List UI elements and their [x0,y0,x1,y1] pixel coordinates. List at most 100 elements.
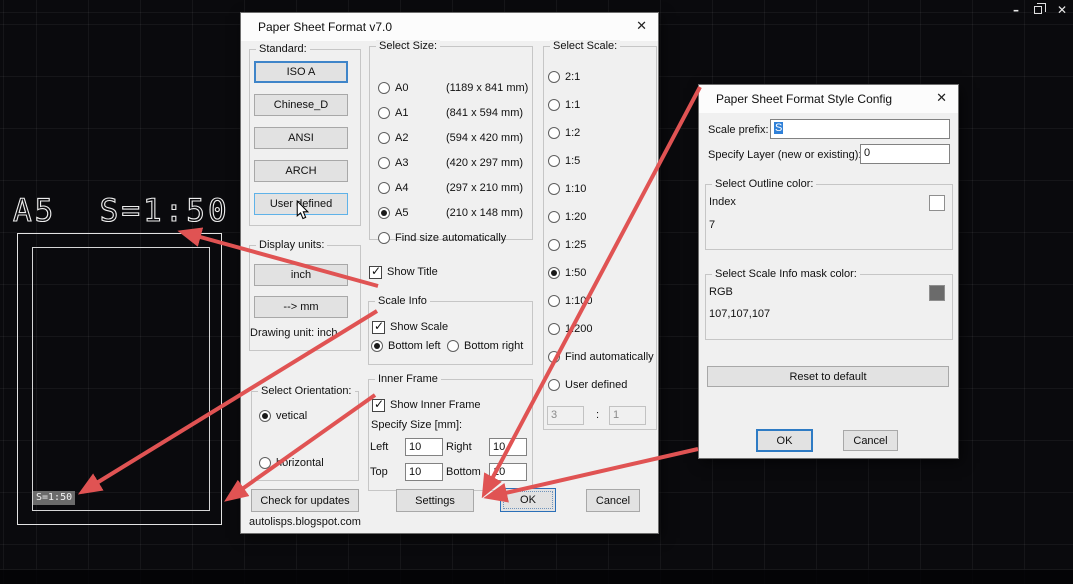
size-option-a4[interactable]: A4 (297 x 210 mm) [378,181,523,195]
outline-color-mode: Index [709,196,736,208]
size-option-a2[interactable]: A2 (594 x 420 mm) [378,131,523,145]
cancel-button[interactable]: Cancel [843,430,898,451]
scale-info-mask-label: S=1:50 [33,491,76,505]
show-scale-checkbox[interactable]: Show Scale [372,319,449,334]
custom-scale-right-input[interactable]: 1 [609,406,646,425]
scale-option-1-50[interactable]: 1:50 [548,266,586,280]
scale-option-1-2[interactable]: 1:2 [548,126,580,140]
size-option-dims: (1189 x 841 mm) [446,82,529,94]
radio-icon [378,107,390,119]
close-icon[interactable]: ✕ [636,19,647,34]
radio-icon [548,183,560,195]
radio-icon [548,99,560,111]
orientation-label: horizontal [276,457,324,469]
minimize-icon[interactable]: – [1013,3,1019,17]
inner-frame-group-label: Inner Frame [375,373,441,385]
custom-scale-left-input[interactable]: 3 [547,406,584,425]
cancel-button[interactable]: Cancel [586,489,640,512]
sheet-title-text: A5 S=1:50 [12,192,230,229]
scale-prefix-input[interactable]: S [770,119,950,139]
inner-frame-bottom-input[interactable]: 10 [489,463,527,481]
scale-option-1-10[interactable]: 1:10 [548,182,586,196]
ok-button[interactable]: OK [500,488,556,512]
size-option-label: A2 [395,132,409,144]
paper-sheet-format-dialog: Paper Sheet Format v7.0 ✕ Standard: Sele… [240,12,659,534]
inner-frame-field-label-bottom: Bottom [446,466,481,478]
close-icon[interactable]: ✕ [936,91,947,106]
scale-position-label: Bottom left [388,340,441,352]
selected-text: S [774,122,784,134]
select-scale-group-label: Select Scale: [550,40,621,52]
layer-input[interactable]: 0 [860,144,950,164]
style-dialog-titlebar[interactable]: Paper Sheet Format Style Config ✕ [699,85,958,113]
main-dialog-titlebar[interactable]: Paper Sheet Format v7.0 ✕ [241,13,658,41]
scale-option-1-100[interactable]: 1:100 [548,294,593,308]
website-link[interactable]: autolisps.blogspot.com [249,516,361,528]
size-option-dims: (420 x 297 mm) [446,157,524,169]
reset-to-default-button[interactable]: Reset to default [707,366,949,387]
scale-option-label: 1:1 [565,99,581,111]
mask-color-swatch[interactable] [929,285,945,301]
size-option-a0[interactable]: A0 (1189 x 841 mm) [378,81,528,95]
standard-button-iso-a[interactable]: ISO A [254,61,348,83]
scale-option-find-automatically[interactable]: Find automatically [548,350,654,364]
inner-frame-right-input[interactable]: 10 [489,438,527,456]
scale-option-2-1[interactable]: 2:1 [548,70,580,84]
specify-layer-label: Specify Layer (new or existing): [708,149,862,161]
standard-button-ansi[interactable]: ANSI [254,127,348,149]
radio-icon [548,239,560,251]
scale-option-label: 1:20 [565,211,587,223]
inner-frame-left-input[interactable]: 10 [405,438,443,456]
scale-info-group-label: Scale Info [375,295,430,307]
scale-option-user-defined[interactable]: User defined [548,378,627,392]
scale-option-label: 1:10 [565,183,587,195]
radio-icon [378,232,390,244]
scale-option-label: 2:1 [565,71,581,83]
display-units-group-label: Display units: [256,239,328,251]
size-option-dims: (210 x 148 mm) [446,207,524,219]
window-controls: – ✕ [1013,2,1067,18]
scale-position-bottom-right[interactable]: Bottom right [447,339,523,353]
to-mm-button[interactable]: --> mm [254,296,348,318]
show-title-checkbox[interactable]: Show Title [369,264,438,279]
size-option-label: Find size automatically [395,232,507,244]
size-option-a3[interactable]: A3 (420 x 297 mm) [378,156,523,170]
mask-color-group-label: Select Scale Info mask color: [712,268,860,280]
scale-option-1-1[interactable]: 1:1 [548,98,580,112]
inner-frame-field-label-left: Left [370,441,389,453]
size-option-a1[interactable]: A1 (841 x 594 mm) [378,106,523,120]
scale-position-bottom-left[interactable]: Bottom left [371,339,441,353]
mask-color-mode: RGB [709,286,733,298]
size-option-a5[interactable]: A5 (210 x 148 mm) [378,206,523,220]
size-option-label: A3 [395,157,409,169]
mouse-cursor-icon [296,200,309,220]
radio-icon [259,457,271,469]
standard-button-chinese-d[interactable]: Chinese_D [254,94,348,116]
scale-option-1-200[interactable]: 1:200 [548,322,593,336]
restore-icon[interactable] [1033,3,1046,17]
scale-option-1-5[interactable]: 1:5 [548,154,580,168]
radio-icon [548,155,560,167]
show-scale-label: Show Scale [390,321,449,333]
orientation-option-vetical[interactable]: vetical [259,409,307,423]
scale-option-1-25[interactable]: 1:25 [548,238,586,252]
inner-frame-top-input[interactable]: 10 [405,463,443,481]
settings-button[interactable]: Settings [396,489,474,512]
ok-button[interactable]: OK [756,429,813,452]
outline-color-swatch[interactable] [929,195,945,211]
inner-frame-field-label-right: Right [446,441,472,453]
close-icon[interactable]: ✕ [1057,3,1067,17]
paper-inner-frame [32,247,210,511]
orientation-option-horizontal[interactable]: horizontal [259,456,324,470]
standard-button-arch[interactable]: ARCH [254,160,348,182]
show-inner-frame-checkbox[interactable]: Show Inner Frame [372,397,480,412]
scale-option-label: 1:200 [565,323,593,335]
inch-button[interactable]: inch [254,264,348,286]
scale-option-1-20[interactable]: 1:20 [548,210,586,224]
check-for-updates-button[interactable]: Check for updates [251,489,359,512]
scale-option-label: 1:25 [565,239,587,251]
size-option-find-size-automatically[interactable]: Find size automatically [378,231,506,245]
radio-icon [259,410,271,422]
radio-icon [378,157,390,169]
scale-option-label: User defined [565,379,628,391]
